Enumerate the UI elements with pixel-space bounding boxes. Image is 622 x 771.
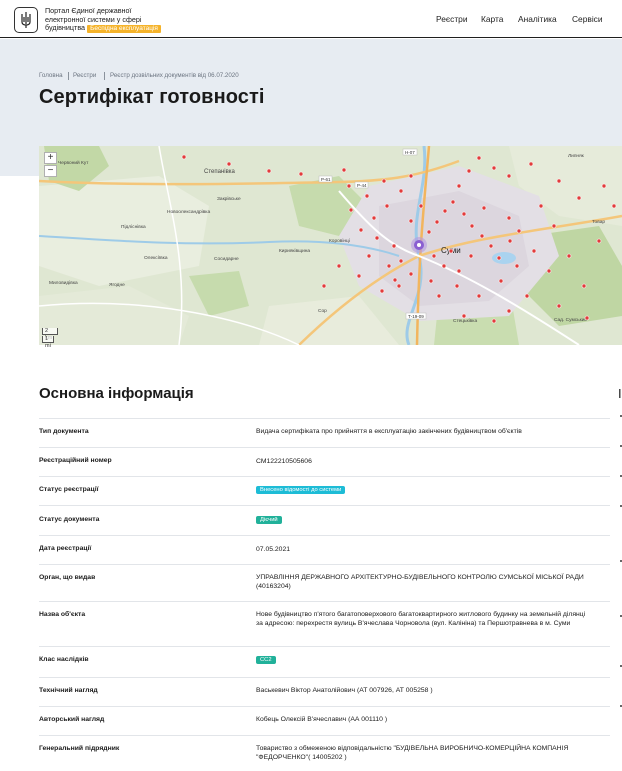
road-label: Т-19-09: [408, 314, 424, 319]
place-label: Коровінці: [329, 238, 350, 244]
doc-status-value: Дієчий: [256, 515, 586, 524]
row-divider: [39, 646, 610, 647]
scale-bar-mi: 1 mi: [42, 336, 54, 349]
issuer-value: УПРАВЛІННЯ ДЕРЖАВНОГО АРХІТЕКТУРНО-БУДІВ…: [256, 574, 584, 590]
nav-registries[interactable]: Реєстри: [436, 14, 468, 24]
reg-status-badge: Внесено відомості до системи: [256, 486, 346, 494]
reg-date-label: Дата реєстрації: [39, 545, 92, 552]
place-label: Товар: [592, 219, 605, 225]
place-label: Новоолександрівка: [167, 209, 210, 215]
issuer-label: Орган, що видав: [39, 574, 96, 581]
breadcrumb-separator: [68, 72, 69, 80]
portal-name-line3: будівництва: [45, 23, 86, 33]
doc-type-label: Тип документа: [39, 428, 89, 435]
consequence-class-badge: СС2: [256, 656, 276, 664]
consequence-class-label: Клас наслідків: [39, 656, 89, 663]
place-label: Липняк: [568, 153, 585, 159]
objects-map[interactable]: Н-07 Р-61 Р-44 Т-19-09 Червоний Кут Степ…: [39, 146, 622, 345]
general-contractor-label: Генеральний підрядник: [39, 745, 120, 752]
nav-analytics[interactable]: Аналітика: [518, 14, 557, 24]
breadcrumb-registries[interactable]: Реєстри: [73, 72, 96, 79]
row-divider: [39, 677, 610, 678]
reg-status-value: Внесено відомості до системи: [256, 485, 586, 494]
section-title: Основна інформація: [39, 385, 194, 402]
site-header: Портал Єдиної державної електронної сист…: [0, 0, 622, 38]
place-label: Сор: [318, 308, 327, 314]
breadcrumb-current: Реєстр дозвільних документів від 06.07.2…: [110, 72, 239, 79]
trident-logo-icon[interactable]: [14, 7, 38, 33]
zoom-out-button[interactable]: −: [44, 165, 57, 177]
doc-type-value: Видача сертифіката про прийняття в експл…: [256, 428, 522, 435]
row-divider: [39, 447, 610, 448]
reg-number-label: Реєстраційний номер: [39, 457, 112, 464]
road-label: Р-44: [357, 183, 367, 188]
place-label: Ягодне: [109, 282, 125, 288]
breadcrumb-separator: [104, 72, 105, 80]
reg-date-value: 07.05.2021: [256, 546, 291, 553]
road-label: Н-07: [405, 150, 415, 155]
row-divider: [39, 476, 610, 477]
author-supervision-value: Кобець Олексій В'ячеславич (АА 001110 ): [256, 716, 388, 723]
breadcrumb-home[interactable]: Головна: [39, 72, 63, 79]
doc-status-label: Статус документа: [39, 516, 100, 523]
place-label: Сад. Сумський: [554, 316, 587, 323]
side-panel-title: І: [618, 386, 622, 401]
object-name-value: Нове будівництво п'ятого багатоповерхово…: [256, 611, 586, 627]
place-label: Червоний Кут: [58, 159, 89, 166]
row-divider: [39, 505, 610, 506]
row-divider: [39, 418, 610, 419]
doc-status-badge: Дієчий: [256, 516, 282, 524]
place-label: Степанівка: [204, 169, 236, 175]
page-title: Сертифікат готовності: [39, 86, 265, 108]
hero-background-strip: [0, 146, 39, 176]
nav-map[interactable]: Карта: [481, 14, 503, 24]
author-supervision-label: Авторський нагляд: [39, 716, 105, 723]
general-contractor-value: Товариство з обмеженою відповідальністю …: [256, 745, 569, 761]
nav-services[interactable]: Сервіси: [572, 14, 603, 24]
beta-badge: Бeспiдна експлуатація: [87, 25, 161, 34]
row-divider: [39, 564, 610, 565]
place-label: Закрівське: [217, 196, 241, 202]
row-divider: [39, 735, 610, 736]
object-name-label: Назва об'єкта: [39, 611, 86, 618]
reg-status-label: Статус реєстрації: [39, 486, 99, 493]
place-label: Підліснівка: [121, 224, 146, 230]
consequence-class-value: СС2: [256, 655, 586, 664]
zoom-in-button[interactable]: +: [44, 152, 57, 164]
tech-supervision-label: Технічний нагляд: [39, 687, 98, 694]
place-label: Стецьківка: [453, 318, 477, 324]
road-label: Р-61: [321, 177, 331, 182]
row-divider: [39, 706, 610, 707]
place-label: Олексіївка: [144, 255, 168, 261]
portal-name[interactable]: Портал Єдиної державної електронної сист…: [45, 6, 175, 34]
tech-supervision-value: Васькевич Віктор Анатолійович (АТ 007926…: [256, 687, 433, 694]
reg-number-value: СМ122210505606: [256, 458, 312, 465]
scale-bar-km: 2 km: [42, 328, 58, 341]
row-divider: [39, 535, 610, 536]
place-label: Миловидівка: [49, 280, 78, 286]
place-label: Кирияківщина: [279, 248, 310, 254]
row-divider: [39, 601, 610, 602]
place-label: Сосидарне: [214, 256, 239, 262]
